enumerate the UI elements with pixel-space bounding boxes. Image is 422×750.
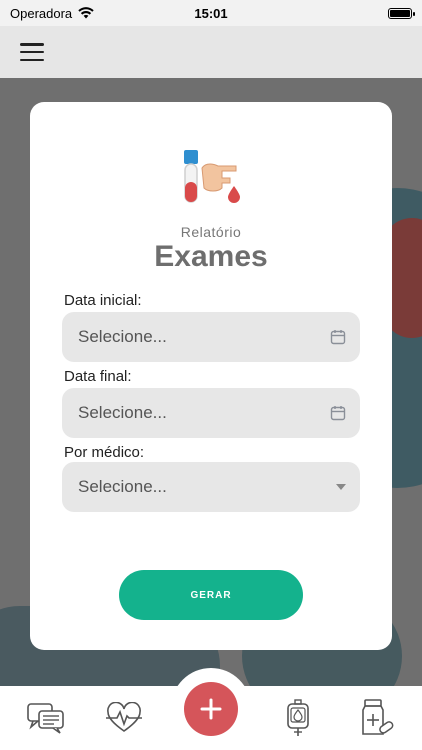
status-time: 15:01 [194, 5, 228, 21]
start-date-field[interactable]: Selecione... [62, 312, 360, 362]
app-header [0, 26, 422, 78]
report-title: Exames [154, 240, 268, 273]
end-date-field[interactable]: Selecione... [62, 388, 360, 438]
status-bar: Operadora 15:01 [0, 0, 422, 26]
tab-blood[interactable] [276, 696, 320, 740]
battery-icon [388, 7, 415, 19]
doctor-label: Por médico: [64, 444, 145, 461]
carrier-name: Operadora [10, 5, 73, 21]
blood-test-tube-icon [184, 150, 240, 203]
tab-health[interactable] [102, 696, 146, 740]
bottom-tab-bar [0, 668, 422, 750]
end-date-label: Data final: [64, 368, 132, 385]
caret-down-icon [336, 484, 346, 490]
heart-pulse-icon [106, 702, 142, 732]
tab-medicine[interactable] [354, 696, 398, 740]
calendar-icon [330, 406, 346, 421]
start-date-placeholder: Selecione... [78, 327, 167, 346]
generate-button[interactable]: GERAR [119, 570, 303, 620]
doctor-select[interactable]: Selecione... [62, 462, 360, 512]
medicine-bottle-icon [362, 699, 394, 735]
add-button[interactable] [184, 682, 238, 736]
chat-messages-icon [27, 703, 64, 734]
start-date-label: Data inicial: [64, 292, 142, 309]
tab-messages[interactable] [24, 696, 68, 740]
doctor-placeholder: Selecione... [78, 477, 167, 496]
report-subtitle: Relatório [180, 224, 242, 240]
plus-icon [200, 698, 222, 720]
status-left: Operadora [10, 6, 94, 21]
end-date-placeholder: Selecione... [78, 403, 167, 422]
blood-bag-icon [287, 699, 309, 736]
report-card: Relatório Exames Data inicial: Selecione… [30, 102, 392, 650]
calendar-icon [330, 330, 346, 345]
wifi-icon [78, 7, 94, 19]
hamburger-menu-icon[interactable] [20, 43, 44, 61]
